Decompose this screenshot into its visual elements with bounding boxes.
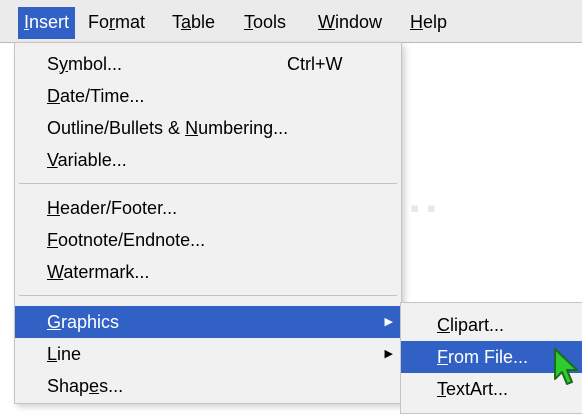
menu-item-label: Shapes... <box>47 376 124 396</box>
menu-item-variable[interactable]: Variable... <box>15 144 401 176</box>
menu-item-label: Watermark... <box>47 262 150 282</box>
submenu-arrow-icon: ▶ <box>384 316 393 328</box>
menu-item-watermark[interactable]: Watermark... <box>15 256 401 288</box>
menu-item-graphics[interactable]: Graphics ▶ <box>15 306 401 338</box>
menu-item-shapes[interactable]: Shapes... <box>15 370 401 402</box>
menu-item-label: Symbol... <box>47 54 123 74</box>
submenu-item-clipart[interactable]: Clipart... <box>401 309 582 341</box>
mouse-pointer-icon <box>554 348 578 385</box>
menu-item-outline-bullets-numbering[interactable]: Outline/Bullets & Numbering... <box>15 112 401 144</box>
menu-item-label: Footnote/Endnote... <box>47 230 206 250</box>
menu-table[interactable]: Table <box>166 7 221 39</box>
menu-item-label: Variable... <box>47 150 127 170</box>
menu-item-symbol[interactable]: Symbol... Ctrl+W <box>15 48 401 80</box>
menu-separator <box>19 183 397 184</box>
menu-item-line[interactable]: Line ▶ <box>15 338 401 370</box>
menu-item-label: Line <box>47 344 82 364</box>
menu-bar: Insert Format Table Tools Window Help <box>0 0 582 43</box>
menu-item-header-footer[interactable]: Header/Footer... <box>15 192 401 224</box>
menu-item-label: Outline/Bullets & Numbering... <box>47 118 289 138</box>
menu-item-label: Date/Time... <box>47 86 145 106</box>
menu-help[interactable]: Help <box>404 7 453 39</box>
menu-format[interactable]: Format <box>82 7 151 39</box>
menu-tools[interactable]: Tools <box>238 7 292 39</box>
menu-separator <box>19 295 397 296</box>
background-faint-text: ▪ ▪ <box>410 193 436 223</box>
menu-item-label: From File... <box>437 347 529 367</box>
menu-window[interactable]: Window <box>312 7 388 39</box>
menu-item-label: Header/Footer... <box>47 198 178 218</box>
insert-menu-dropdown: Symbol... Ctrl+W Date/Time... Outline/Bu… <box>14 42 402 404</box>
submenu-arrow-icon: ▶ <box>384 348 393 360</box>
shortcut-label: Ctrl+W <box>287 54 343 74</box>
menu-item-label: Clipart... <box>437 315 505 335</box>
menu-item-label: Graphics <box>47 312 120 332</box>
menu-insert[interactable]: Insert <box>18 7 76 39</box>
menu-item-label: TextArt... <box>437 379 509 399</box>
menu-item-footnote-endnote[interactable]: Footnote/Endnote... <box>15 224 401 256</box>
menu-item-date-time[interactable]: Date/Time... <box>15 80 401 112</box>
